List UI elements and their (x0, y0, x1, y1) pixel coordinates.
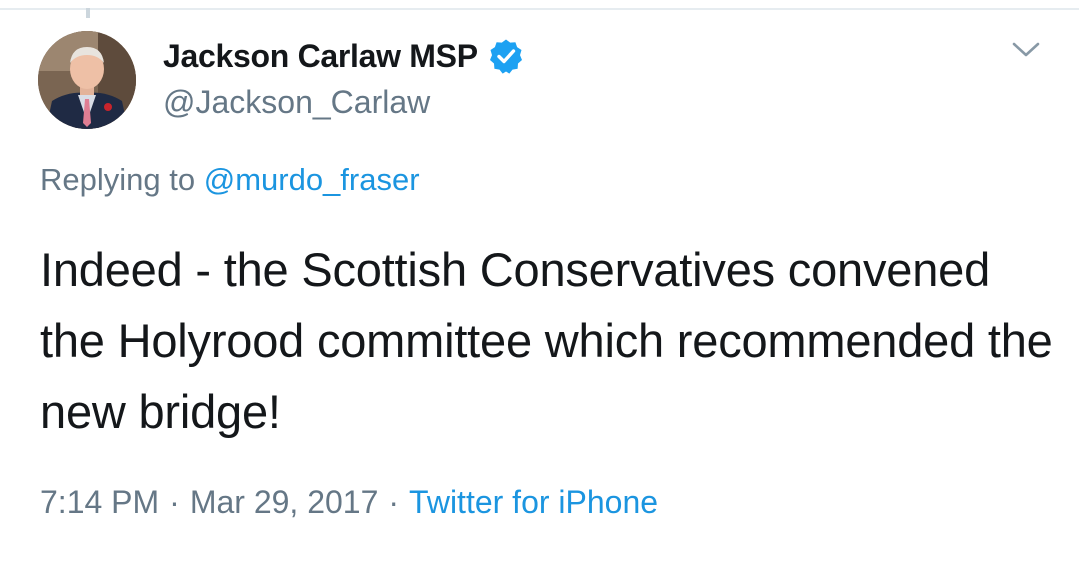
tweet-time[interactable]: 7:14 PM (40, 484, 159, 520)
thread-line-stub (86, 8, 90, 18)
tweet-source-link[interactable]: Twitter for iPhone (409, 484, 658, 520)
author-name-row: Jackson Carlaw MSP (163, 36, 524, 76)
top-divider (0, 8, 1079, 10)
chevron-down-icon[interactable] (1011, 40, 1041, 60)
meta-separator: · (388, 484, 400, 520)
author-handle[interactable]: @Jackson_Carlaw (163, 84, 430, 121)
tweet-date[interactable]: Mar 29, 2017 (190, 484, 379, 520)
replying-to-line: Replying to @murdo_fraser (40, 162, 420, 198)
tweet-metadata: 7:14 PM · Mar 29, 2017 · Twitter for iPhone (40, 484, 658, 521)
meta-separator: · (169, 484, 180, 520)
reply-mention-link[interactable]: @murdo_fraser (204, 162, 420, 197)
tweet-text: Indeed - the Scottish Conservatives conv… (40, 243, 1053, 438)
verified-badge-icon (489, 39, 522, 74)
author-display-name[interactable]: Jackson Carlaw MSP (163, 38, 478, 75)
replying-to-label: Replying to (40, 162, 196, 197)
avatar[interactable] (38, 31, 136, 129)
